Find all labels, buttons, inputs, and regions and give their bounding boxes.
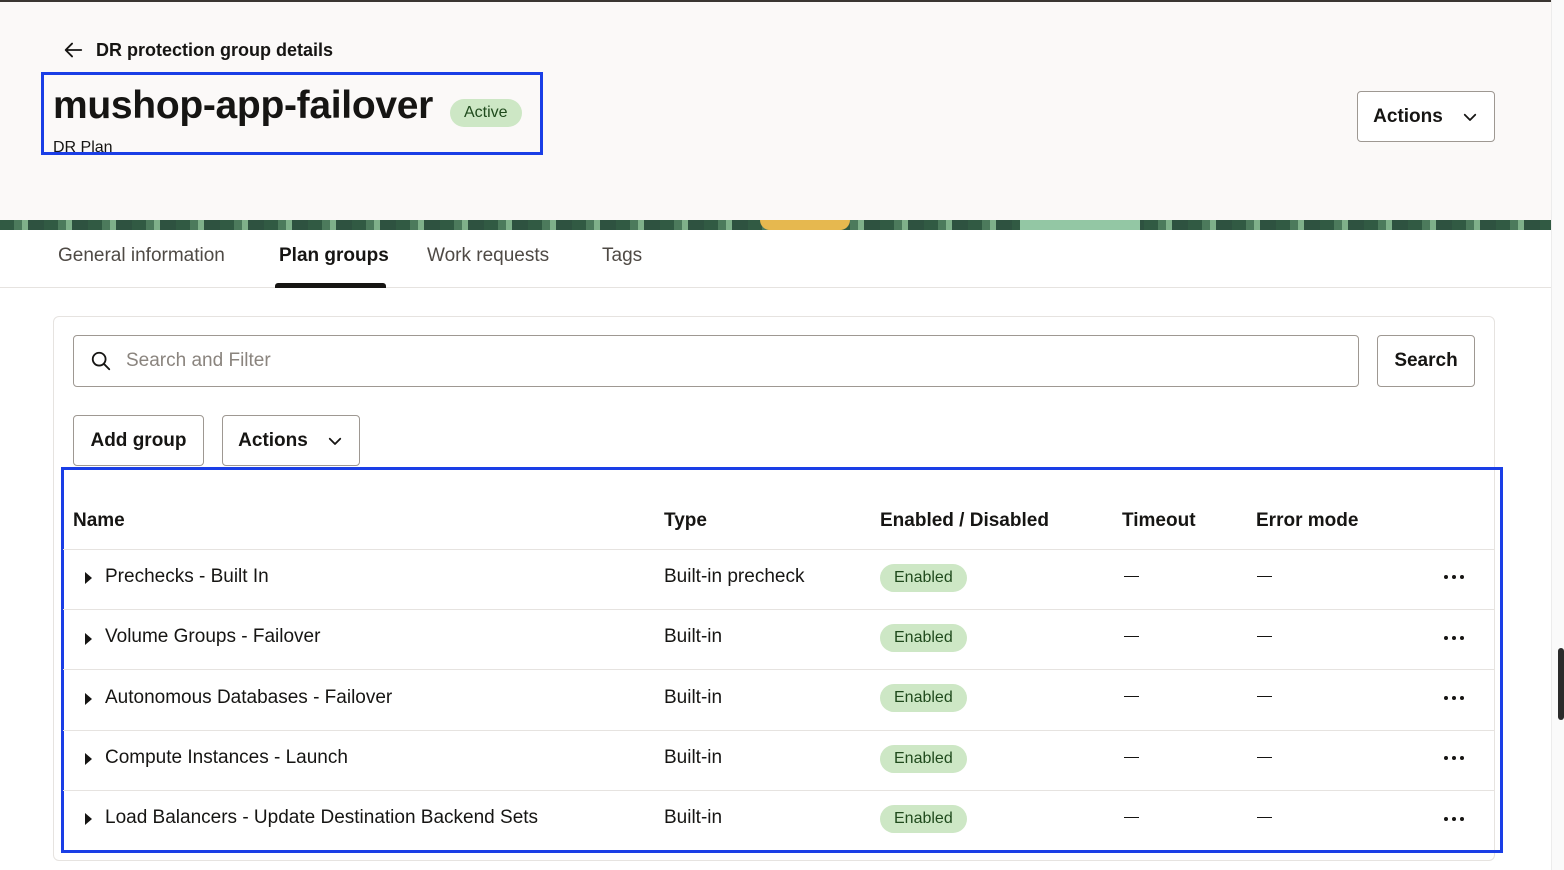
enabled-badge: Enabled: [880, 805, 967, 833]
back-link[interactable]: DR protection group details: [62, 38, 333, 62]
error-mode-empty: [1257, 696, 1272, 697]
chevron-down-icon: [328, 437, 341, 445]
active-tab-indicator: [275, 283, 386, 288]
page-scrollbar-track[interactable]: [1551, 0, 1564, 870]
more-horizontal-icon[interactable]: [1444, 813, 1468, 825]
timeout-empty: [1124, 817, 1139, 818]
caret-right-icon[interactable]: [85, 753, 92, 765]
tab-plan-groups[interactable]: Plan groups: [279, 245, 389, 267]
row-divider: [63, 730, 1495, 731]
timeout-empty: [1124, 576, 1139, 577]
enabled-badge: Enabled: [880, 624, 967, 652]
error-mode-empty: [1257, 636, 1272, 637]
add-group-button[interactable]: Add group: [73, 415, 204, 466]
banner-shape: [760, 220, 850, 230]
timeout-empty: [1124, 757, 1139, 758]
search-button[interactable]: Search: [1377, 335, 1475, 387]
row-type: Built-in: [664, 747, 723, 768]
tab-bar: General information Plan groups Work req…: [0, 230, 1551, 288]
highlight-box-title: [41, 72, 543, 155]
row-type: Built-in: [664, 687, 723, 708]
row-name: Compute Instances - Launch: [105, 747, 348, 768]
search-icon: [91, 351, 111, 371]
row-type: Built-in precheck: [664, 566, 805, 587]
column-header-error-mode[interactable]: Error mode: [1256, 510, 1358, 532]
column-header-name[interactable]: Name: [73, 510, 125, 532]
row-name: Load Balancers - Update Destination Back…: [105, 807, 539, 828]
toolbar-actions-button[interactable]: Actions: [222, 415, 360, 466]
chevron-down-icon: [1463, 113, 1476, 121]
header-actions-label: Actions: [1373, 105, 1443, 127]
row-type: Built-in: [664, 807, 723, 828]
caret-right-icon[interactable]: [85, 572, 92, 584]
enabled-badge: Enabled: [880, 745, 967, 773]
error-mode-empty: [1257, 576, 1272, 577]
row-name: Prechecks - Built In: [105, 566, 269, 587]
tab-work-requests[interactable]: Work requests: [427, 245, 549, 267]
add-group-label: Add group: [90, 429, 187, 451]
row-divider: [63, 669, 1495, 670]
row-name: Volume Groups - Failover: [105, 626, 321, 647]
row-type: Built-in: [664, 626, 723, 647]
arrow-left-icon: [64, 42, 83, 58]
tab-general-information[interactable]: General information: [58, 245, 225, 267]
banner-shape: [1020, 220, 1140, 230]
caret-right-icon[interactable]: [85, 693, 92, 705]
caret-right-icon[interactable]: [85, 813, 92, 825]
back-link-label: DR protection group details: [96, 39, 334, 60]
more-horizontal-icon[interactable]: [1444, 692, 1468, 704]
more-horizontal-icon[interactable]: [1444, 632, 1468, 644]
more-horizontal-icon[interactable]: [1444, 752, 1468, 764]
search-input[interactable]: [126, 350, 1326, 372]
enabled-badge: Enabled: [880, 684, 967, 712]
decorative-banner: [0, 220, 1551, 230]
row-divider: [63, 549, 1495, 550]
tab-tags[interactable]: Tags: [602, 245, 642, 267]
column-header-timeout[interactable]: Timeout: [1122, 510, 1196, 532]
error-mode-empty: [1257, 757, 1272, 758]
more-horizontal-icon[interactable]: [1444, 571, 1468, 583]
caret-right-icon[interactable]: [85, 633, 92, 645]
header-actions-button[interactable]: Actions: [1357, 91, 1495, 142]
row-divider: [63, 609, 1495, 610]
column-header-type[interactable]: Type: [664, 510, 707, 532]
row-name: Autonomous Databases - Failover: [105, 687, 393, 708]
toolbar-actions-label: Actions: [238, 429, 308, 451]
row-divider: [63, 790, 1495, 791]
column-header-enabled[interactable]: Enabled / Disabled: [880, 510, 1049, 532]
search-field[interactable]: [73, 335, 1359, 387]
enabled-badge: Enabled: [880, 564, 967, 592]
timeout-empty: [1124, 636, 1139, 637]
error-mode-empty: [1257, 817, 1272, 818]
page-scrollbar-thumb[interactable]: [1558, 648, 1564, 720]
timeout-empty: [1124, 696, 1139, 697]
